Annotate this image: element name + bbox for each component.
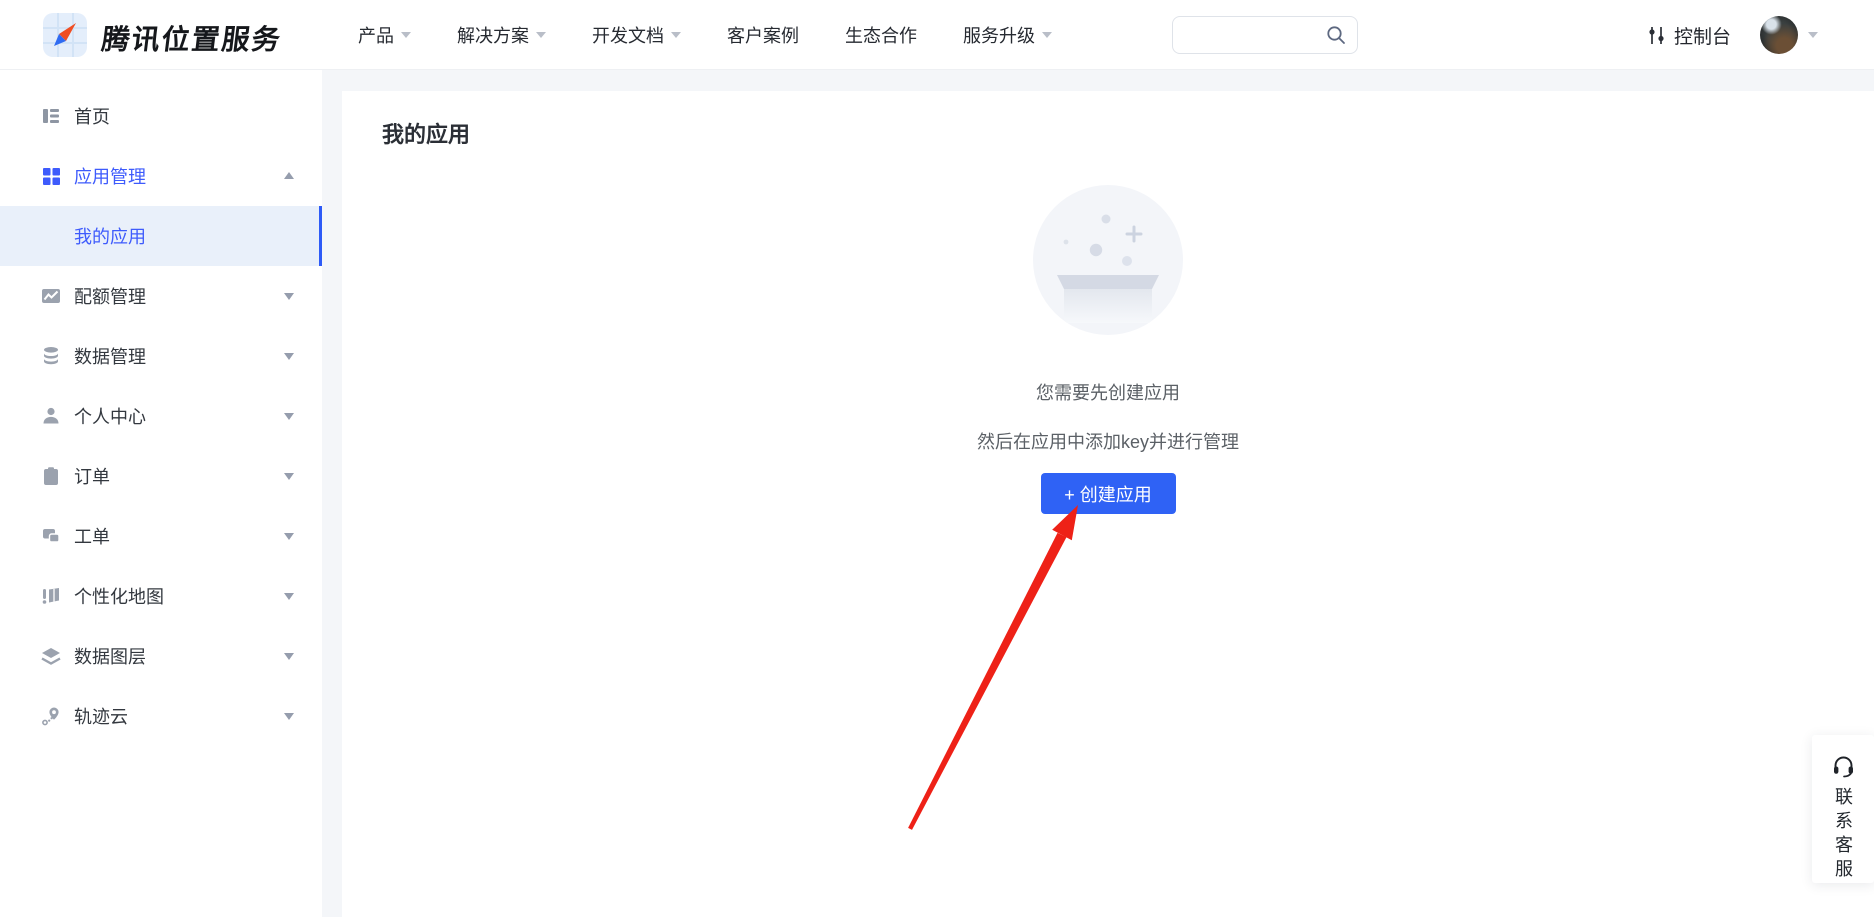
brand-logo-icon — [43, 13, 87, 57]
avatar-chevron-down-icon[interactable] — [1808, 32, 1818, 38]
sidebar-item-data-layers[interactable]: 数据图层 — [0, 626, 322, 686]
content-panel: 我的应用 您需要先创建应用 然后在应用中添加key并进行管理 — [342, 91, 1874, 917]
chevron-down-icon — [284, 533, 294, 540]
chevron-up-icon — [284, 172, 294, 179]
sidebar-item-my-apps[interactable]: 我的应用 — [0, 206, 322, 266]
layers-icon — [40, 645, 62, 667]
search-icon[interactable] — [1325, 24, 1347, 46]
chevron-down-icon — [284, 593, 294, 600]
nav-item-solutions[interactable]: 解决方案 — [457, 22, 546, 48]
chevron-down-icon — [284, 473, 294, 480]
create-app-button[interactable]: + 创建应用 — [1041, 473, 1176, 514]
nav-item-service-upgrade[interactable]: 服务升级 — [963, 22, 1052, 48]
sidebar-item-track-cloud[interactable]: 轨迹云 — [0, 686, 322, 746]
chevron-down-icon — [1042, 32, 1052, 38]
sidebar-item-app-management[interactable]: 应用管理 — [0, 146, 322, 206]
contact-support-label: 联系客服 — [1830, 787, 1856, 883]
top-header: 腾讯位置服务 产品 解决方案 开发文档 客户案例 生态合作 服务升级 — [0, 0, 1874, 70]
custom-map-icon — [40, 585, 62, 607]
user-icon — [40, 405, 62, 427]
chevron-down-icon — [536, 32, 546, 38]
nav-item-cases[interactable]: 客户案例 — [727, 22, 799, 48]
nav-item-ecosystem[interactable]: 生态合作 — [845, 22, 917, 48]
user-avatar[interactable] — [1760, 16, 1798, 54]
nav-item-products[interactable]: 产品 — [358, 22, 411, 48]
chevron-down-icon — [284, 353, 294, 360]
empty-hint-line2: 然后在应用中添加key并进行管理 — [977, 428, 1239, 454]
sidebar-item-data-management[interactable]: 数据管理 — [0, 326, 322, 386]
database-icon — [40, 345, 62, 367]
search-input[interactable] — [1173, 17, 1325, 53]
ticket-icon — [40, 525, 62, 547]
search-box — [1172, 16, 1358, 54]
apps-icon — [40, 165, 62, 187]
chevron-down-icon — [284, 653, 294, 660]
console-link[interactable]: 控制台 — [1647, 0, 1731, 70]
order-icon — [40, 465, 62, 487]
sidebar-item-home[interactable]: 首页 — [0, 86, 322, 146]
sidebar-item-personal-center[interactable]: 个人中心 — [0, 386, 322, 446]
track-cloud-icon — [40, 705, 62, 727]
sidebar: 首页 应用管理 我的应用 配额管理 数据管理 — [0, 70, 322, 917]
top-nav: 产品 解决方案 开发文档 客户案例 生态合作 服务升级 — [358, 0, 1052, 70]
page-title: 我的应用 — [382, 117, 470, 149]
chevron-down-icon — [284, 293, 294, 300]
chevron-down-icon — [284, 713, 294, 720]
empty-state: 您需要先创建应用 然后在应用中添加key并进行管理 + 创建应用 — [342, 185, 1874, 514]
contact-support-widget[interactable]: 联系客服 — [1812, 735, 1874, 883]
headset-icon — [1831, 753, 1856, 778]
sidebar-item-quota-management[interactable]: 配额管理 — [0, 266, 322, 326]
console-sliders-icon — [1647, 25, 1666, 46]
sidebar-item-work-orders[interactable]: 工单 — [0, 506, 322, 566]
chevron-down-icon — [401, 32, 411, 38]
empty-hint-line1: 您需要先创建应用 — [1036, 379, 1180, 405]
sidebar-item-custom-map[interactable]: 个性化地图 — [0, 566, 322, 626]
chevron-down-icon — [284, 413, 294, 420]
quota-icon — [40, 285, 62, 307]
selected-accent-bar — [319, 206, 322, 266]
sidebar-item-orders[interactable]: 订单 — [0, 446, 322, 506]
chevron-down-icon — [671, 32, 681, 38]
nav-item-docs[interactable]: 开发文档 — [592, 22, 681, 48]
empty-box-illustration — [1033, 185, 1183, 335]
brand-title: 腾讯位置服务 — [100, 18, 285, 58]
home-icon — [40, 105, 62, 127]
